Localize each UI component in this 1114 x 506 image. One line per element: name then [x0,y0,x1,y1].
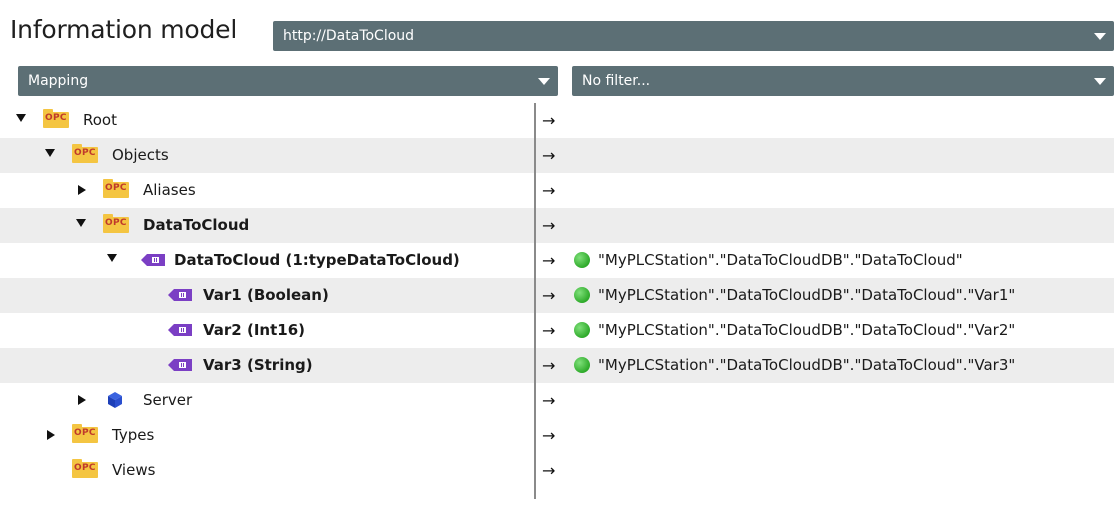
mapping-dropdown-value: Mapping [28,73,89,89]
information-model-tree: OPC Root → OPC Objects → OPC Aliases → O… [0,103,1114,488]
mapping-target-text: "MyPLCStation"."DataToCloudDB"."DataToCl… [598,286,1016,304]
opc-folder-icon: OPC [72,144,98,163]
mapping-arrow-icon[interactable]: → [542,243,555,278]
tree-node-label: Root [83,111,117,129]
status-ok-icon [574,287,590,303]
mapping-target-text: "MyPLCStation"."DataToCloudDB"."DataToCl… [598,251,963,269]
opc-folder-icon: OPC [72,424,98,443]
cube-icon [108,392,122,408]
mapping-arrow-icon[interactable]: → [542,348,555,383]
variable-icon [141,254,165,266]
chevron-down-icon [1094,78,1106,85]
mapping-target-text: "MyPLCStation"."DataToCloudDB"."DataToCl… [598,356,1016,374]
status-ok-icon [574,252,590,268]
tree-row-aliases[interactable]: OPC Aliases → [0,173,1114,208]
tree-node-label: Objects [112,146,169,164]
mapping-arrow-icon[interactable]: → [542,418,555,453]
mapping-arrow-icon[interactable]: → [542,173,555,208]
mapping-arrow-icon[interactable]: → [542,138,555,173]
mapping-arrow-icon[interactable]: → [542,278,555,313]
mapping-target-text: "MyPLCStation"."DataToCloudDB"."DataToCl… [598,321,1016,339]
information-model-dropdown[interactable]: http://DataToCloud [273,21,1114,51]
mapping-arrow-icon[interactable]: → [542,208,555,243]
opc-folder-icon: OPC [72,459,98,478]
opc-folder-icon: OPC [103,179,129,198]
tree-node-label: Var2 (Int16) [203,321,305,339]
filter-dropdown[interactable]: No filter... [572,66,1114,96]
tree-node-label: Server [143,391,193,409]
tree-node-label: Views [112,461,156,479]
expand-toggle-icon[interactable] [45,149,55,157]
tree-row-var3[interactable]: Var3 (String) → "MyPLCStation"."DataToCl… [0,348,1114,383]
tree-node-label: Aliases [143,181,196,199]
tree-row-datatocloud-folder[interactable]: OPC DataToCloud → [0,208,1114,243]
tree-row-var2[interactable]: Var2 (Int16) → "MyPLCStation"."DataToClo… [0,313,1114,348]
header: Information model http://DataToCloud [0,0,1114,64]
variable-icon [168,324,192,336]
tree-node-label: Var1 (Boolean) [203,286,329,304]
filter-dropdown-value: No filter... [582,73,651,89]
page-title: Information model [10,15,238,44]
tree-row-views[interactable]: OPC Views → [0,453,1114,488]
opc-folder-icon: OPC [43,109,69,128]
chevron-down-icon [538,78,550,85]
tree-node-label: Var3 (String) [203,356,313,374]
tree-row-objects[interactable]: OPC Objects → [0,138,1114,173]
status-ok-icon [574,357,590,373]
mapping-arrow-icon[interactable]: → [542,313,555,348]
opc-folder-icon: OPC [103,214,129,233]
expand-toggle-icon[interactable] [76,219,86,227]
tree-row-root[interactable]: OPC Root → [0,103,1114,138]
status-ok-icon [574,322,590,338]
expand-toggle-icon[interactable] [107,254,117,262]
mapping-arrow-icon[interactable]: → [542,383,555,418]
tree-row-var1[interactable]: Var1 (Boolean) → "MyPLCStation"."DataToC… [0,278,1114,313]
tree-node-label: DataToCloud (1:typeDataToCloud) [174,251,460,269]
mapping-arrow-icon[interactable]: → [542,103,555,138]
expand-toggle-icon[interactable] [78,395,86,405]
tree-node-label: DataToCloud [143,216,250,234]
expand-toggle-icon[interactable] [78,185,86,195]
expand-toggle-icon[interactable] [16,114,26,122]
tree-row-server[interactable]: Server → [0,383,1114,418]
tree-row-datatocloud-object[interactable]: DataToCloud (1:typeDataToCloud) → "MyPLC… [0,243,1114,278]
chevron-down-icon [1094,33,1106,40]
tree-node-label: Types [112,426,155,444]
expand-toggle-icon[interactable] [47,430,55,440]
variable-icon [168,289,192,301]
variable-icon [168,359,192,371]
mapping-dropdown[interactable]: Mapping [18,66,558,96]
tree-row-types[interactable]: OPC Types → [0,418,1114,453]
information-model-value: http://DataToCloud [283,28,415,44]
column-splitter[interactable] [534,103,536,499]
mapping-arrow-icon[interactable]: → [542,453,555,488]
